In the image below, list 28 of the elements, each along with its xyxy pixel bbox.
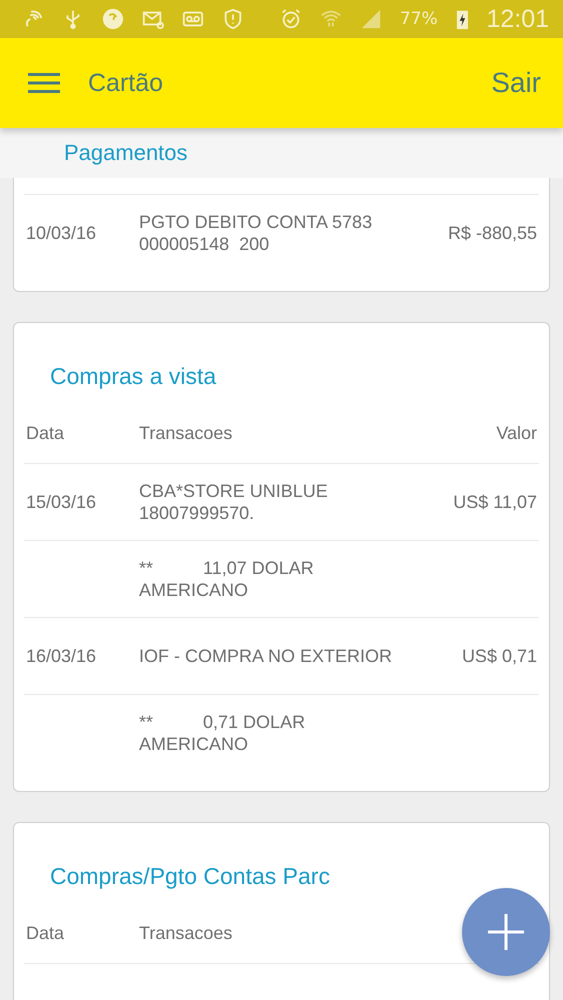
transaction-text: CBA*STORE UNIBLUE 18007999570. (139, 481, 328, 523)
section-title: Compras/Pgto Contas Parc (50, 863, 330, 889)
column-header: Valor (496, 422, 537, 442)
shield-icon (222, 7, 244, 31)
column-header: Transacoes (139, 923, 232, 943)
amount-text: R$ -880,55 (448, 222, 537, 242)
transaction-text: PGTO DEBITO CONTA 5783 000005148 200 (139, 212, 372, 254)
column-header: Data (26, 422, 64, 442)
signal-icon (360, 7, 382, 31)
menu-icon[interactable] (28, 72, 60, 94)
transaction-text: ** 0,71 DOLAR AMERICANO (139, 712, 306, 754)
toolbar-title: Cartão (88, 68, 164, 98)
section-header-text: Pagamentos (64, 140, 188, 166)
column-header: Transacoes (139, 423, 232, 443)
plus-icon (486, 912, 526, 952)
battery-percent: 77% (400, 9, 438, 29)
transaction-text: IOF - COMPRA NO EXTERIOR (139, 646, 392, 666)
transaction-text: ** 11,07 DOLAR AMERICANO (139, 558, 314, 600)
date-text: 15/03/16 (26, 492, 96, 512)
logout-button[interactable]: Sair (491, 67, 541, 99)
clock-text: 12:01 (486, 4, 550, 34)
date-text: 10/03/16 (26, 222, 96, 242)
amount-text: US$ 0,71 (462, 646, 537, 666)
amount-text: US$ 11,07 (453, 492, 537, 512)
section-title: Compras a vista (50, 363, 216, 389)
date-text: 16/03/16 (26, 646, 96, 666)
column-header: Data (26, 922, 64, 942)
alarm-icon (280, 7, 302, 31)
